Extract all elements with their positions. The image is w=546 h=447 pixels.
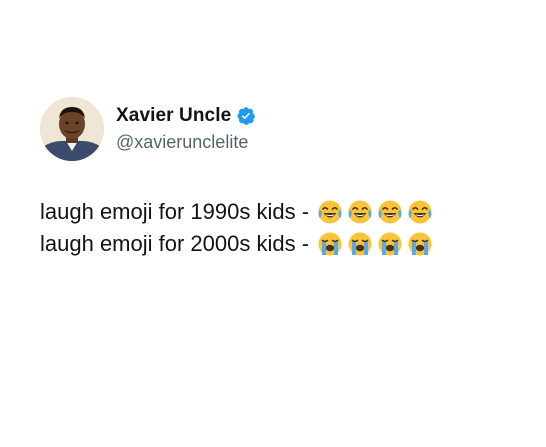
face-with-tears-of-joy-icon [377,199,403,225]
loudly-crying-face-icon [347,231,373,257]
tweet-line-1990s: laugh emoji for 1990s kids - [40,196,530,228]
tweet-text: laugh emoji for 1990s kids - laugh emoji… [40,196,530,260]
loudly-crying-face-icon [407,231,433,257]
face-with-tears-of-joy-icon [347,199,373,225]
name-row: Xavier Uncle [116,104,256,128]
emoji-group-1990s [317,199,437,225]
avatar-photo [40,97,104,161]
loudly-crying-face-icon [317,231,343,257]
tweet-line-text: laugh emoji for 2000s kids - [40,231,310,256]
face-with-tears-of-joy-icon [317,199,343,225]
avatar[interactable] [40,97,104,161]
user-handle[interactable]: @xavierunclelite [116,130,256,154]
tweet-card: Xavier Uncle @xavierunclelite laugh emoj… [0,0,546,447]
tweet-header: Xavier Uncle @xavierunclelite [40,97,256,161]
face-with-tears-of-joy-icon [407,199,433,225]
loudly-crying-face-icon [377,231,403,257]
tweet-line-2000s: laugh emoji for 2000s kids - [40,228,530,260]
display-name[interactable]: Xavier Uncle [116,104,231,128]
emoji-group-2000s [317,231,437,257]
author-identity: Xavier Uncle @xavierunclelite [116,104,256,154]
verified-badge-icon [236,106,256,126]
tweet-line-text: laugh emoji for 1990s kids - [40,199,310,224]
